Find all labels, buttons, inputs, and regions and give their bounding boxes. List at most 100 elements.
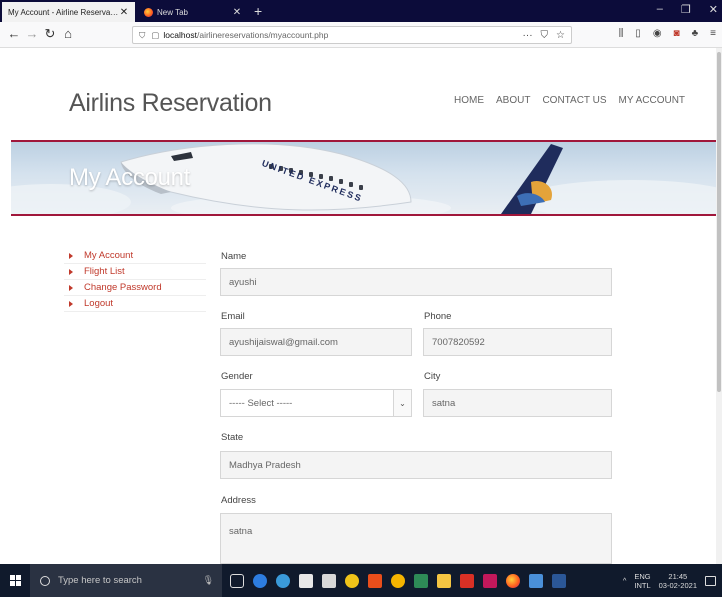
menu-icon[interactable]: ≡ xyxy=(710,28,716,39)
email-label: Email xyxy=(221,311,245,322)
mail-icon[interactable] xyxy=(299,573,313,588)
minimize-icon[interactable]: – xyxy=(657,3,663,16)
name-label: Name xyxy=(221,251,247,262)
sidebar-item-my-account[interactable]: My Account xyxy=(64,248,206,264)
notification-icon[interactable] xyxy=(705,575,716,586)
home-icon[interactable]: ⌂ xyxy=(60,26,76,41)
caret-right-icon xyxy=(69,285,73,291)
account-sidebar: My Account Flight List Change Password L… xyxy=(64,248,206,312)
address-textarea[interactable]: satna xyxy=(220,513,612,564)
url-bar[interactable]: ⛉ ▢ localhost /airlinereservations/myacc… xyxy=(132,26,572,44)
media-icon[interactable] xyxy=(345,573,359,588)
language-indicator[interactable]: ENG INTL xyxy=(634,572,650,590)
site-title: Airlins Reservation xyxy=(69,89,272,117)
bookmark-star-icon[interactable]: ☆ xyxy=(556,30,565,41)
nav-about[interactable]: ABOUT xyxy=(496,95,530,106)
extension-icon[interactable]: ◙ xyxy=(674,28,680,39)
windows-logo-icon xyxy=(9,575,21,586)
start-button[interactable] xyxy=(0,564,30,597)
back-icon[interactable]: ← xyxy=(6,26,22,41)
chrome-like-icon[interactable] xyxy=(276,573,290,588)
app-icon[interactable] xyxy=(414,573,428,588)
system-tray: ^ ENG INTL 21:45 03-02-2021 xyxy=(623,572,722,590)
file-explorer-icon[interactable] xyxy=(437,573,451,588)
state-value: Madhya Pradesh xyxy=(229,459,301,471)
edge-icon[interactable] xyxy=(253,573,267,588)
tab-title: My Account - Airline Reservation S xyxy=(8,7,119,17)
browser-navbar: ← → ↻ ⌂ ⛉ ▢ localhost /airlinereservatio… xyxy=(0,22,722,48)
tab-close-icon[interactable]: ✕ xyxy=(119,7,129,18)
tab-close-icon[interactable]: ✕ xyxy=(232,7,242,18)
language-code: ENG xyxy=(634,571,651,581)
sidebar-item-label: Logout xyxy=(84,298,114,309)
chevron-up-icon[interactable]: ^ xyxy=(623,576,627,585)
tab-my-account[interactable]: My Account - Airline Reservation S ✕ xyxy=(2,2,135,22)
city-field[interactable]: satna xyxy=(423,389,612,417)
microphone-icon[interactable]: 🎙︎ xyxy=(203,575,214,586)
reload-icon[interactable]: ↻ xyxy=(42,26,58,42)
chevron-down-icon: ⌄ xyxy=(393,390,411,416)
addon-icon[interactable]: ♣ xyxy=(692,28,699,39)
email-field[interactable]: ayushijaiswal@gmail.com xyxy=(220,328,412,356)
sidebar-item-change-password[interactable]: Change Password xyxy=(64,280,206,296)
window-controls: – ❐ ✕ xyxy=(657,3,718,16)
caret-right-icon xyxy=(69,269,73,275)
photos-icon[interactable] xyxy=(391,573,405,588)
keyboard-layout: INTL xyxy=(634,580,651,590)
powerpoint-icon[interactable] xyxy=(460,573,474,588)
clock-date: 03-02-2021 xyxy=(658,580,697,590)
nav-contact-us[interactable]: CONTACT US xyxy=(542,95,606,106)
sidebar-item-flight-list[interactable]: Flight List xyxy=(64,264,206,280)
banner-title: My Account xyxy=(69,164,191,191)
maximize-icon[interactable]: ❐ xyxy=(681,3,691,16)
app-icon-2[interactable] xyxy=(529,573,543,588)
phone-label: Phone xyxy=(424,311,452,322)
gender-label: Gender xyxy=(221,371,253,382)
sidebar-icon[interactable]: ▯ xyxy=(635,28,641,39)
sidebar-item-label: Change Password xyxy=(84,282,162,293)
taskbar-apps xyxy=(230,573,566,588)
office-icon[interactable] xyxy=(368,573,382,588)
page-icon: ▢ xyxy=(151,29,160,40)
page-banner: My Account UNITED EXPRESS xyxy=(11,140,718,216)
firefox-icon xyxy=(144,7,153,17)
taskbar-search[interactable]: Type here to search 🎙︎ xyxy=(30,564,222,597)
library-icon[interactable]: ⫼ xyxy=(619,28,624,39)
address-label: Address xyxy=(221,495,256,506)
browser-toolbar: ⫼ ▯ ◉ ◙ ♣ ≡ xyxy=(619,28,716,39)
clock[interactable]: 21:45 03-02-2021 xyxy=(659,572,697,590)
sidebar-item-logout[interactable]: Logout xyxy=(64,296,206,312)
forward-icon[interactable]: → xyxy=(24,26,40,41)
clock-time: 21:45 xyxy=(668,571,688,581)
sidebar-item-label: Flight List xyxy=(84,266,125,277)
windows-taskbar: Type here to search 🎙︎ ^ ENG INTL 21:45 … xyxy=(0,564,722,597)
city-value: satna xyxy=(432,397,456,409)
state-label: State xyxy=(221,432,244,443)
store-icon[interactable] xyxy=(322,573,336,588)
shield-icon: ⛉ xyxy=(139,29,146,40)
task-view-icon[interactable] xyxy=(230,573,244,588)
page-scrollbar[interactable] xyxy=(716,48,722,564)
name-value: ayushi xyxy=(229,276,257,288)
city-label: City xyxy=(424,371,441,382)
firefox-taskbar-icon[interactable] xyxy=(506,573,520,588)
close-window-icon[interactable]: ✕ xyxy=(709,3,718,16)
new-tab-button[interactable]: + xyxy=(254,3,262,19)
phone-field[interactable]: 7007820592 xyxy=(423,328,612,356)
tab-title: New Tab xyxy=(157,7,188,17)
tab-new-tab[interactable]: New Tab ✕ xyxy=(138,2,248,22)
page-actions-icon[interactable]: ··· xyxy=(523,30,533,41)
nav-home[interactable]: HOME xyxy=(454,95,484,106)
pocket-icon[interactable]: ⛉ xyxy=(541,30,549,41)
account-icon[interactable]: ◉ xyxy=(653,28,662,39)
name-field[interactable]: ayushi xyxy=(220,268,612,296)
state-field[interactable]: Madhya Pradesh xyxy=(220,451,612,479)
email-value: ayushijaiswal@gmail.com xyxy=(229,336,338,348)
url-path: /airlinereservations/myaccount.php xyxy=(196,30,329,40)
word-icon[interactable] xyxy=(552,573,566,588)
scrollbar-thumb[interactable] xyxy=(717,52,721,392)
mcafee-icon[interactable] xyxy=(483,573,497,588)
browser-tab-strip: My Account - Airline Reservation S ✕ New… xyxy=(0,0,722,22)
nav-my-account[interactable]: MY ACCOUNT xyxy=(619,95,686,106)
gender-select[interactable]: ----- Select ----- ⌄ xyxy=(220,389,412,417)
